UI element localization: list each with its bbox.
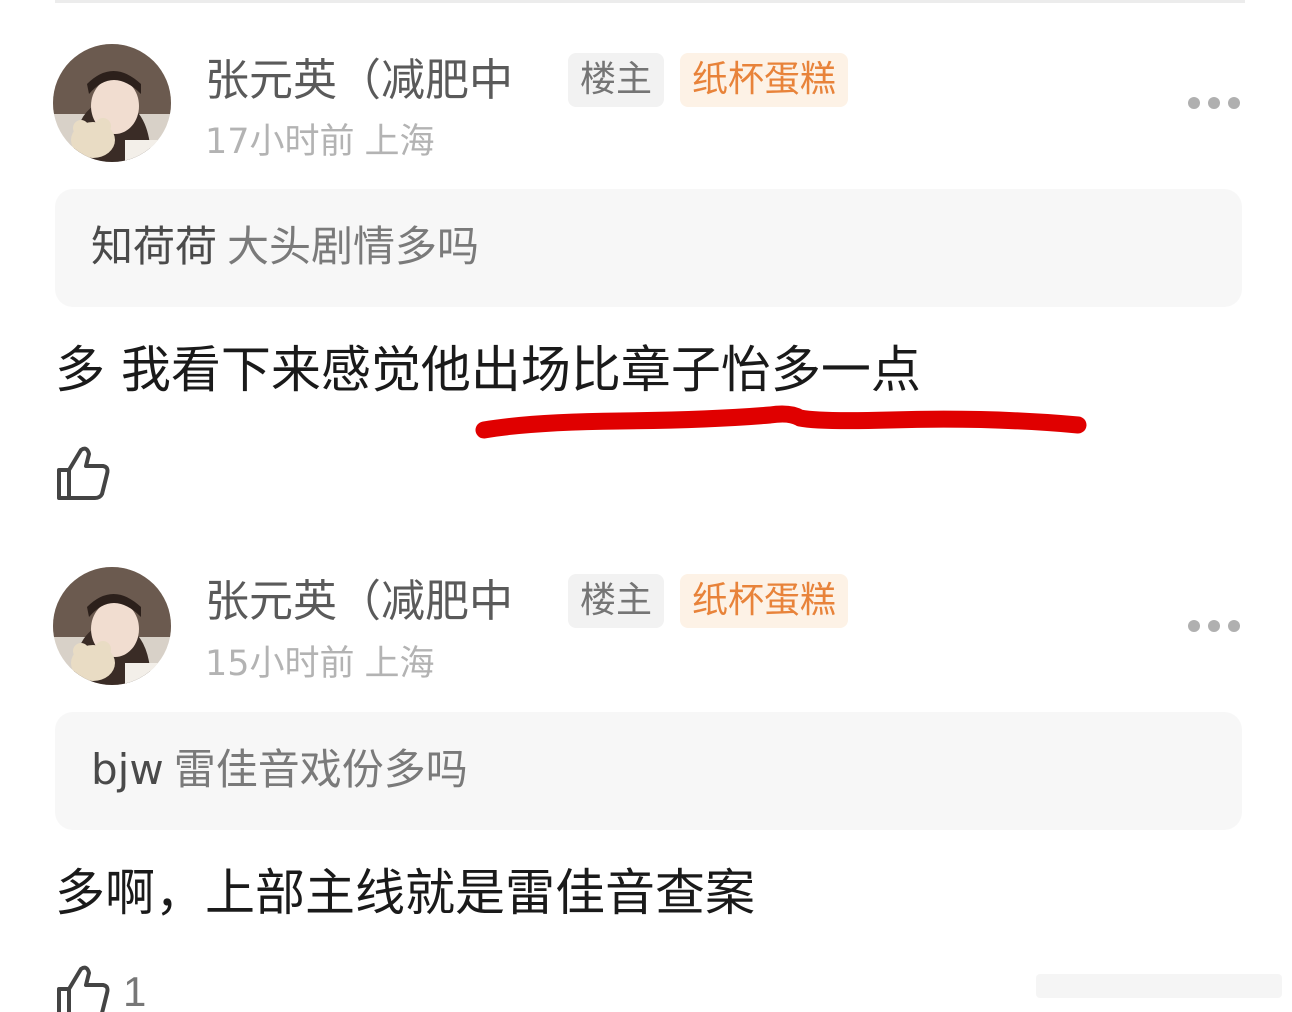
reply-meta: 17小时前 上海 <box>205 120 435 164</box>
quoted-content: 雷佳音戏份多吗 <box>173 745 468 794</box>
reply-meta: 15小时前 上海 <box>205 642 435 686</box>
quoted-comment-text: 知荷荷 大头剧情多吗 <box>91 219 479 275</box>
like-button[interactable]: 1 <box>55 962 146 1012</box>
fan-group-badge[interactable]: 纸杯蛋糕 <box>680 53 849 107</box>
timestamp: 15小时前 <box>205 644 355 684</box>
op-badge: 楼主 <box>568 53 665 107</box>
like-button[interactable] <box>55 443 123 503</box>
red-underline-annotation <box>475 405 1087 439</box>
location: 上海 <box>364 122 435 162</box>
more-dots-icon[interactable] <box>1186 618 1242 634</box>
quoted-comment[interactable]: bjw 雷佳音戏份多吗 <box>55 712 1242 830</box>
watermark <box>1036 974 1282 998</box>
location: 上海 <box>364 644 435 684</box>
timestamp: 17小时前 <box>205 122 355 162</box>
thumbs-up-icon <box>57 965 110 1012</box>
reply-body: 多 我看下来感觉他出场比章子怡多一点 <box>55 341 921 399</box>
quoted-username: 知荷荷 <box>91 222 218 271</box>
avatar[interactable] <box>53 44 171 162</box>
avatar[interactable] <box>53 567 171 685</box>
quoted-comment-text: bjw 雷佳音戏份多吗 <box>91 742 468 798</box>
username[interactable]: 张元英（减肥中 <box>205 53 513 109</box>
quoted-comment[interactable]: 知荷荷 大头剧情多吗 <box>55 189 1242 307</box>
thumbs-up-icon <box>57 446 110 500</box>
op-badge: 楼主 <box>568 574 665 628</box>
username[interactable]: 张元英（减肥中 <box>205 574 513 630</box>
like-count: 1 <box>123 968 147 1012</box>
reply-body: 多啊，上部主线就是雷佳音查案 <box>55 864 755 922</box>
quoted-content: 大头剧情多吗 <box>227 222 480 271</box>
quoted-username: bjw <box>91 745 164 794</box>
more-dots-icon[interactable] <box>1186 95 1242 111</box>
comment-thread: 张元英（减肥中 楼主 纸杯蛋糕 17小时前 上海 知荷荷 大头剧情多吗 多 我看下来… <box>0 0 1292 1012</box>
divider <box>55 0 1245 3</box>
fan-group-badge[interactable]: 纸杯蛋糕 <box>680 574 849 628</box>
